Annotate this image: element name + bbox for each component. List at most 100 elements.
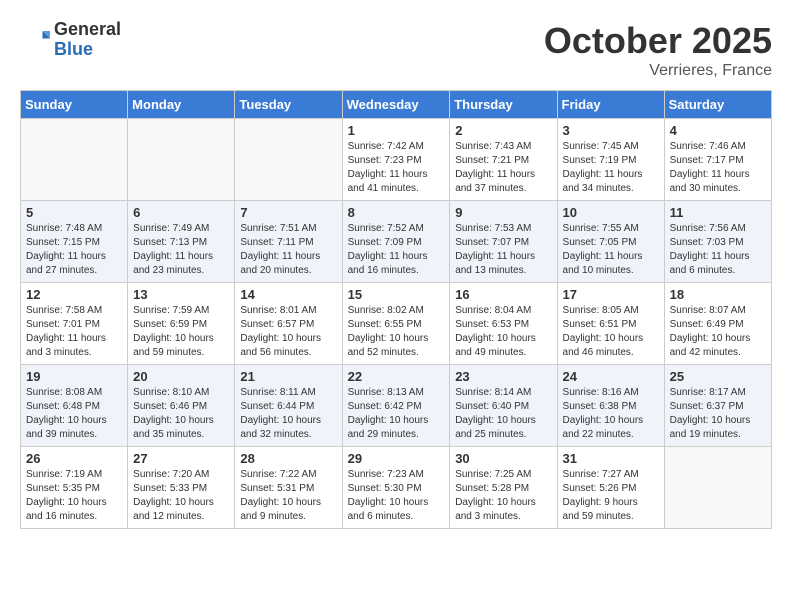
calendar-week-row: 1 Sunrise: 7:42 AM Sunset: 7:23 PM Daylig… xyxy=(21,119,772,201)
day-info: Sunrise: 7:56 AM Sunset: 7:03 PM Dayligh… xyxy=(670,222,766,278)
calendar-cell: 3 Sunrise: 7:45 AM Sunset: 7:19 PM Daylig… xyxy=(557,119,664,201)
page-header: General Blue October 2025 Verrieres, Fra… xyxy=(20,20,772,80)
day-number: 7 xyxy=(240,205,336,220)
title-section: October 2025 Verrieres, France xyxy=(544,20,772,80)
day-info: Sunrise: 7:43 AM Sunset: 7:21 PM Dayligh… xyxy=(455,140,551,196)
day-number: 18 xyxy=(670,287,766,302)
calendar-cell: 20 Sunrise: 8:10 AM Sunset: 6:46 PM Dayli… xyxy=(128,365,235,447)
weekday-header: Saturday xyxy=(664,91,771,119)
day-info: Sunrise: 7:42 AM Sunset: 7:23 PM Dayligh… xyxy=(348,140,445,196)
day-number: 19 xyxy=(26,369,122,384)
day-info: Sunrise: 7:19 AM Sunset: 5:35 PM Dayligh… xyxy=(26,468,122,524)
calendar-cell: 11 Sunrise: 7:56 AM Sunset: 7:03 PM Dayli… xyxy=(664,201,771,283)
day-number: 27 xyxy=(133,451,229,466)
day-info: Sunrise: 8:08 AM Sunset: 6:48 PM Dayligh… xyxy=(26,386,122,442)
day-info: Sunrise: 8:02 AM Sunset: 6:55 PM Dayligh… xyxy=(348,304,445,360)
calendar-cell: 12 Sunrise: 7:58 AM Sunset: 7:01 PM Dayli… xyxy=(21,283,128,365)
calendar-week-row: 5 Sunrise: 7:48 AM Sunset: 7:15 PM Daylig… xyxy=(21,201,772,283)
calendar-cell: 6Sunrise: 7:49 AM Sunset: 7:13 PM Daylig… xyxy=(128,201,235,283)
day-info: Sunrise: 7:48 AM Sunset: 7:15 PM Dayligh… xyxy=(26,222,122,278)
location: Verrieres, France xyxy=(544,62,772,80)
calendar-cell xyxy=(128,119,235,201)
day-number: 21 xyxy=(240,369,336,384)
logo-text: General Blue xyxy=(54,20,121,60)
day-number: 28 xyxy=(240,451,336,466)
day-number: 5 xyxy=(26,205,122,220)
weekday-header: Thursday xyxy=(450,91,557,119)
day-info: Sunrise: 8:16 AM Sunset: 6:38 PM Dayligh… xyxy=(563,386,659,442)
day-info: Sunrise: 7:53 AM Sunset: 7:07 PM Dayligh… xyxy=(455,222,551,278)
day-info: Sunrise: 7:49 AM Sunset: 7:13 PM Dayligh… xyxy=(133,222,229,278)
weekday-header: Sunday xyxy=(21,91,128,119)
calendar-cell: 9 Sunrise: 7:53 AM Sunset: 7:07 PM Daylig… xyxy=(450,201,557,283)
calendar-cell: 28 Sunrise: 7:22 AM Sunset: 5:31 PM Dayli… xyxy=(235,447,342,529)
day-info: Sunrise: 7:45 AM Sunset: 7:19 PM Dayligh… xyxy=(563,140,659,196)
calendar-cell: 16 Sunrise: 8:04 AM Sunset: 6:53 PM Dayli… xyxy=(450,283,557,365)
calendar-cell: 7Sunrise: 7:51 AM Sunset: 7:11 PM Daylig… xyxy=(235,201,342,283)
calendar-cell: 10Sunrise: 7:55 AM Sunset: 7:05 PM Dayli… xyxy=(557,201,664,283)
day-number: 11 xyxy=(670,205,766,220)
day-number: 14 xyxy=(240,287,336,302)
weekday-header: Tuesday xyxy=(235,91,342,119)
day-number: 9 xyxy=(455,205,551,220)
calendar-cell: 19 Sunrise: 8:08 AM Sunset: 6:48 PM Dayli… xyxy=(21,365,128,447)
calendar-cell: 14 Sunrise: 8:01 AM Sunset: 6:57 PM Dayli… xyxy=(235,283,342,365)
day-number: 15 xyxy=(348,287,445,302)
day-number: 22 xyxy=(348,369,445,384)
day-number: 26 xyxy=(26,451,122,466)
calendar: SundayMondayTuesdayWednesdayThursdayFrid… xyxy=(20,90,772,529)
day-info: Sunrise: 8:04 AM Sunset: 6:53 PM Dayligh… xyxy=(455,304,551,360)
month-title: October 2025 xyxy=(544,20,772,62)
day-info: Sunrise: 8:17 AM Sunset: 6:37 PM Dayligh… xyxy=(670,386,766,442)
day-info: Sunrise: 8:07 AM Sunset: 6:49 PM Dayligh… xyxy=(670,304,766,360)
day-info: Sunrise: 8:11 AM Sunset: 6:44 PM Dayligh… xyxy=(240,386,336,442)
calendar-cell: 8 Sunrise: 7:52 AM Sunset: 7:09 PM Daylig… xyxy=(342,201,450,283)
day-number: 25 xyxy=(670,369,766,384)
calendar-cell: 15 Sunrise: 8:02 AM Sunset: 6:55 PM Dayli… xyxy=(342,283,450,365)
day-info: Sunrise: 8:13 AM Sunset: 6:42 PM Dayligh… xyxy=(348,386,445,442)
logo-blue: Blue xyxy=(54,40,121,60)
calendar-cell xyxy=(664,447,771,529)
day-number: 30 xyxy=(455,451,551,466)
day-info: Sunrise: 7:55 AM Sunset: 7:05 PM Dayligh… xyxy=(563,222,659,278)
day-number: 24 xyxy=(563,369,659,384)
calendar-cell: 2 Sunrise: 7:43 AM Sunset: 7:21 PM Daylig… xyxy=(450,119,557,201)
day-number: 31 xyxy=(563,451,659,466)
weekday-header: Monday xyxy=(128,91,235,119)
day-info: Sunrise: 7:59 AM Sunset: 6:59 PM Dayligh… xyxy=(133,304,229,360)
day-number: 8 xyxy=(348,205,445,220)
logo-general: General xyxy=(54,20,121,40)
day-number: 4 xyxy=(670,123,766,138)
day-info: Sunrise: 7:46 AM Sunset: 7:17 PM Dayligh… xyxy=(670,140,766,196)
calendar-cell: 29Sunrise: 7:23 AM Sunset: 5:30 PM Dayli… xyxy=(342,447,450,529)
day-number: 2 xyxy=(455,123,551,138)
calendar-week-row: 19 Sunrise: 8:08 AM Sunset: 6:48 PM Dayli… xyxy=(21,365,772,447)
day-number: 16 xyxy=(455,287,551,302)
day-number: 3 xyxy=(563,123,659,138)
day-info: Sunrise: 7:23 AM Sunset: 5:30 PM Dayligh… xyxy=(348,468,445,524)
day-number: 1 xyxy=(348,123,445,138)
day-info: Sunrise: 7:22 AM Sunset: 5:31 PM Dayligh… xyxy=(240,468,336,524)
day-info: Sunrise: 7:20 AM Sunset: 5:33 PM Dayligh… xyxy=(133,468,229,524)
day-number: 12 xyxy=(26,287,122,302)
calendar-cell: 26 Sunrise: 7:19 AM Sunset: 5:35 PM Dayli… xyxy=(21,447,128,529)
day-info: Sunrise: 7:25 AM Sunset: 5:28 PM Dayligh… xyxy=(455,468,551,524)
calendar-cell xyxy=(21,119,128,201)
day-info: Sunrise: 7:58 AM Sunset: 7:01 PM Dayligh… xyxy=(26,304,122,360)
day-info: Sunrise: 8:10 AM Sunset: 6:46 PM Dayligh… xyxy=(133,386,229,442)
day-info: Sunrise: 8:05 AM Sunset: 6:51 PM Dayligh… xyxy=(563,304,659,360)
day-number: 20 xyxy=(133,369,229,384)
calendar-cell: 1 Sunrise: 7:42 AM Sunset: 7:23 PM Daylig… xyxy=(342,119,450,201)
calendar-cell: 21 Sunrise: 8:11 AM Sunset: 6:44 PM Dayli… xyxy=(235,365,342,447)
calendar-cell: 5 Sunrise: 7:48 AM Sunset: 7:15 PM Daylig… xyxy=(21,201,128,283)
day-info: Sunrise: 8:01 AM Sunset: 6:57 PM Dayligh… xyxy=(240,304,336,360)
calendar-cell: 17Sunrise: 8:05 AM Sunset: 6:51 PM Dayli… xyxy=(557,283,664,365)
logo: General Blue xyxy=(20,20,121,60)
calendar-cell: 31Sunrise: 7:27 AM Sunset: 5:26 PM Dayli… xyxy=(557,447,664,529)
calendar-cell: 27 Sunrise: 7:20 AM Sunset: 5:33 PM Dayli… xyxy=(128,447,235,529)
day-info: Sunrise: 7:52 AM Sunset: 7:09 PM Dayligh… xyxy=(348,222,445,278)
calendar-week-row: 26 Sunrise: 7:19 AM Sunset: 5:35 PM Dayli… xyxy=(21,447,772,529)
calendar-week-row: 12 Sunrise: 7:58 AM Sunset: 7:01 PM Dayli… xyxy=(21,283,772,365)
calendar-cell: 24 Sunrise: 8:16 AM Sunset: 6:38 PM Dayli… xyxy=(557,365,664,447)
calendar-cell: 30 Sunrise: 7:25 AM Sunset: 5:28 PM Dayli… xyxy=(450,447,557,529)
